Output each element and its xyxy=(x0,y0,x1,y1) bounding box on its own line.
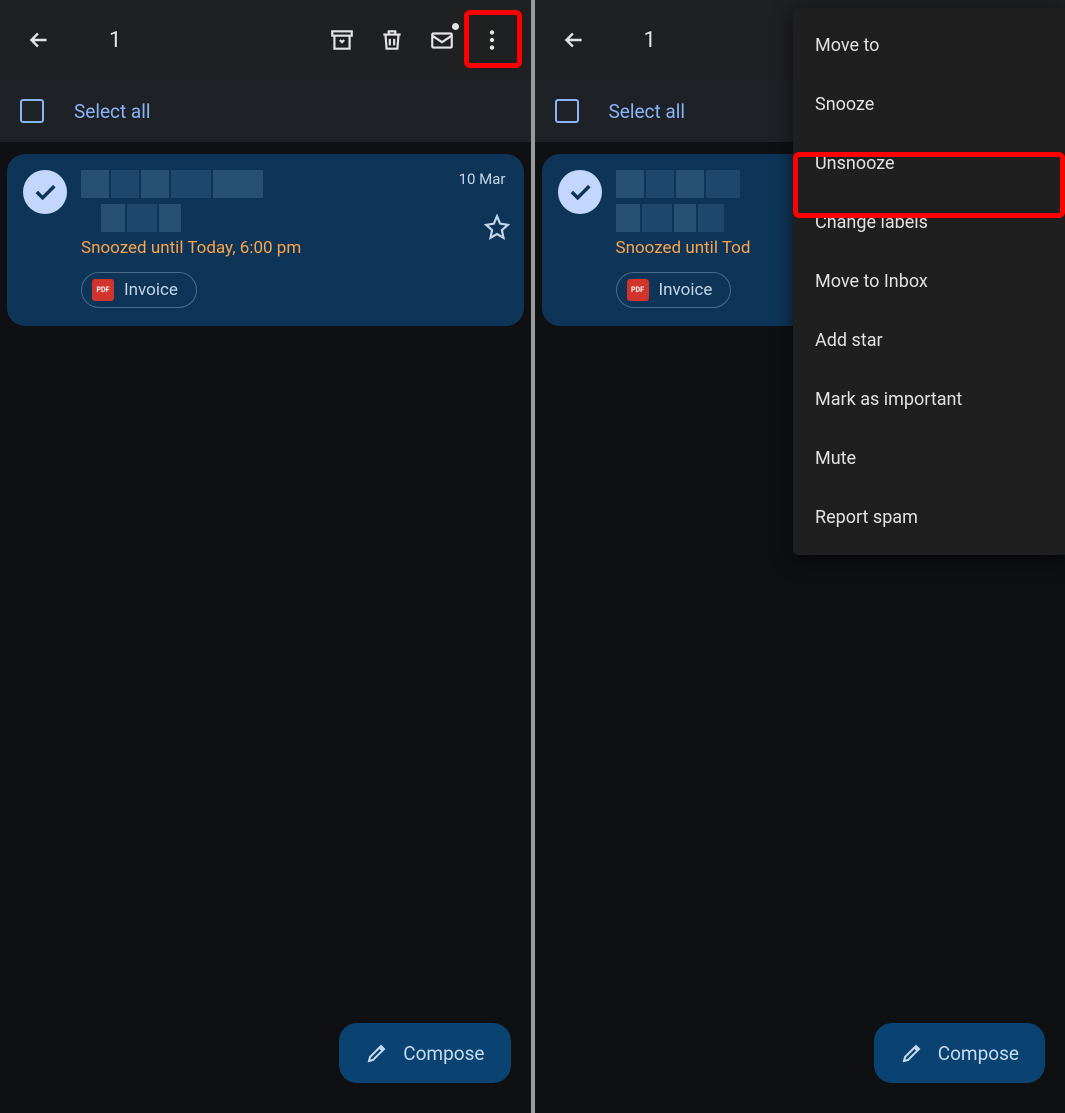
attachment-name: Invoice xyxy=(659,280,713,300)
pdf-icon: PDF xyxy=(627,279,649,301)
compose-label: Compose xyxy=(403,1042,484,1065)
menu-mute[interactable]: Mute xyxy=(793,429,1065,488)
menu-move-to-inbox[interactable]: Move to Inbox xyxy=(793,252,1065,311)
menu-move-to[interactable]: Move to xyxy=(793,16,1065,75)
menu-change-labels[interactable]: Change labels xyxy=(793,193,1065,252)
phone-left: 1 Select all xyxy=(0,0,531,1113)
select-all-checkbox[interactable] xyxy=(20,99,44,123)
menu-mark-important[interactable]: Mark as important xyxy=(793,370,1065,429)
attachment-chip[interactable]: PDF Invoice xyxy=(81,272,197,308)
email-content: Snoozed until Today, 6:00 pm PDF Invoice xyxy=(81,170,508,308)
compose-button[interactable]: Compose xyxy=(874,1023,1045,1083)
select-all-label: Select all xyxy=(74,100,151,123)
pdf-icon: PDF xyxy=(92,279,114,301)
archive-button[interactable] xyxy=(317,15,367,65)
select-all-checkbox[interactable] xyxy=(555,99,579,123)
overflow-menu: Move to Snooze Unsnooze Change labels Mo… xyxy=(793,8,1065,555)
email-date: 10 Mar xyxy=(459,170,506,188)
select-all-row[interactable]: Select all xyxy=(0,80,531,142)
delete-button[interactable] xyxy=(367,15,417,65)
toolbar: 1 xyxy=(0,0,531,80)
compose-label: Compose xyxy=(938,1042,1019,1065)
phone-right: 1 Select all Snoozed until Tod PDF xyxy=(535,0,1065,1113)
star-button[interactable] xyxy=(484,214,510,244)
menu-unsnooze[interactable]: Unsnooze xyxy=(793,134,1065,193)
selected-checkmark-avatar[interactable] xyxy=(23,170,67,214)
selected-checkmark-avatar[interactable] xyxy=(558,170,602,214)
mark-unread-button[interactable] xyxy=(417,15,467,65)
redacted-subject xyxy=(81,204,508,232)
menu-report-spam[interactable]: Report spam xyxy=(793,488,1065,547)
attachment-name: Invoice xyxy=(124,280,178,300)
compose-button[interactable]: Compose xyxy=(339,1023,510,1083)
back-button[interactable] xyxy=(549,15,599,65)
attachment-chip[interactable]: PDF Invoice xyxy=(616,272,732,308)
menu-add-star[interactable]: Add star xyxy=(793,311,1065,370)
snooze-info: Snoozed until Today, 6:00 pm xyxy=(81,238,508,258)
back-button[interactable] xyxy=(14,15,64,65)
selection-count: 1 xyxy=(109,28,317,53)
redacted-sender xyxy=(81,170,508,198)
select-all-label: Select all xyxy=(609,100,686,123)
menu-snooze[interactable]: Snooze xyxy=(793,75,1065,134)
email-item-selected[interactable]: Snoozed until Today, 6:00 pm PDF Invoice… xyxy=(7,154,524,326)
more-menu-button[interactable] xyxy=(467,15,517,65)
